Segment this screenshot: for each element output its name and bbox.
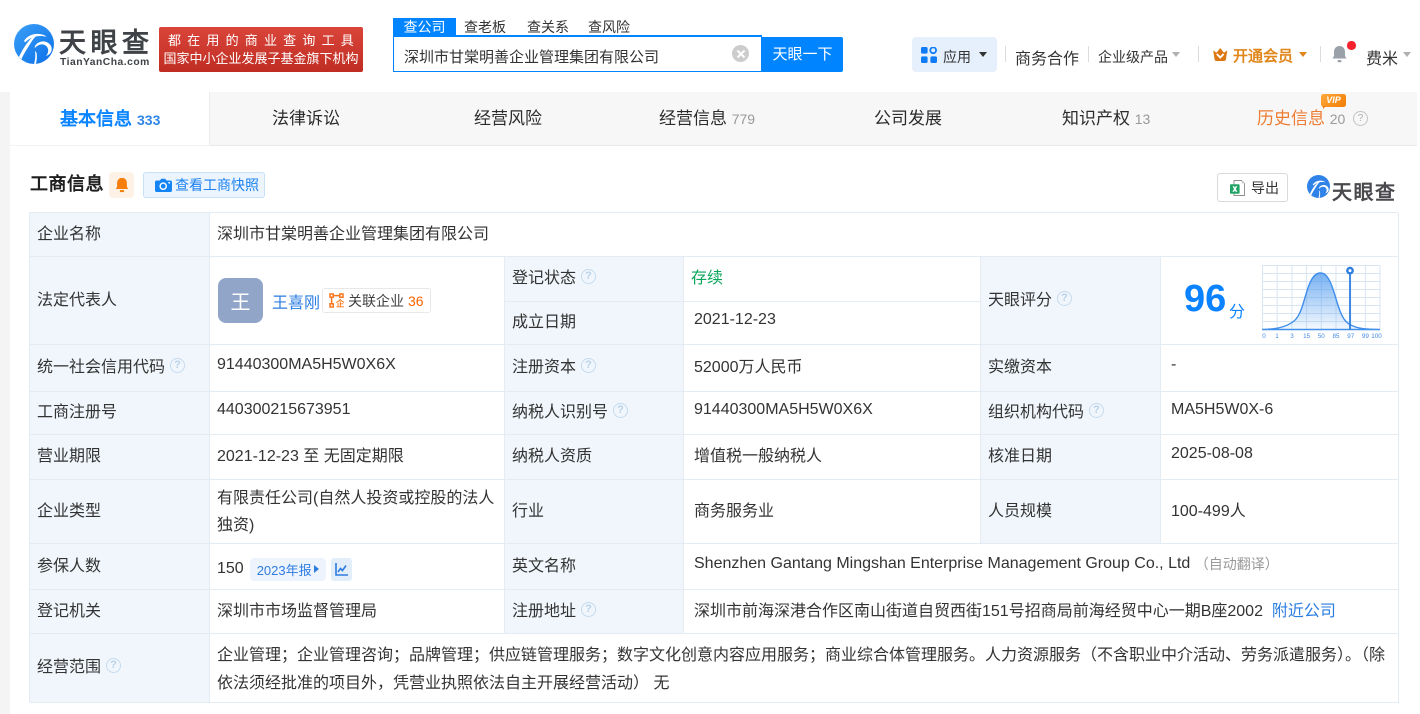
svg-text:企: 企 [335, 299, 344, 309]
svg-text:99: 99 [1362, 333, 1370, 340]
svg-text:0: 0 [1262, 333, 1266, 340]
svg-text:3: 3 [1290, 333, 1294, 340]
svg-text:100: 100 [1371, 333, 1382, 340]
svg-text:1: 1 [1275, 333, 1279, 340]
svg-text:15: 15 [1303, 333, 1311, 340]
svg-text:50: 50 [1318, 333, 1326, 340]
svg-text:97: 97 [1347, 333, 1355, 340]
svg-text:85: 85 [1332, 333, 1340, 340]
